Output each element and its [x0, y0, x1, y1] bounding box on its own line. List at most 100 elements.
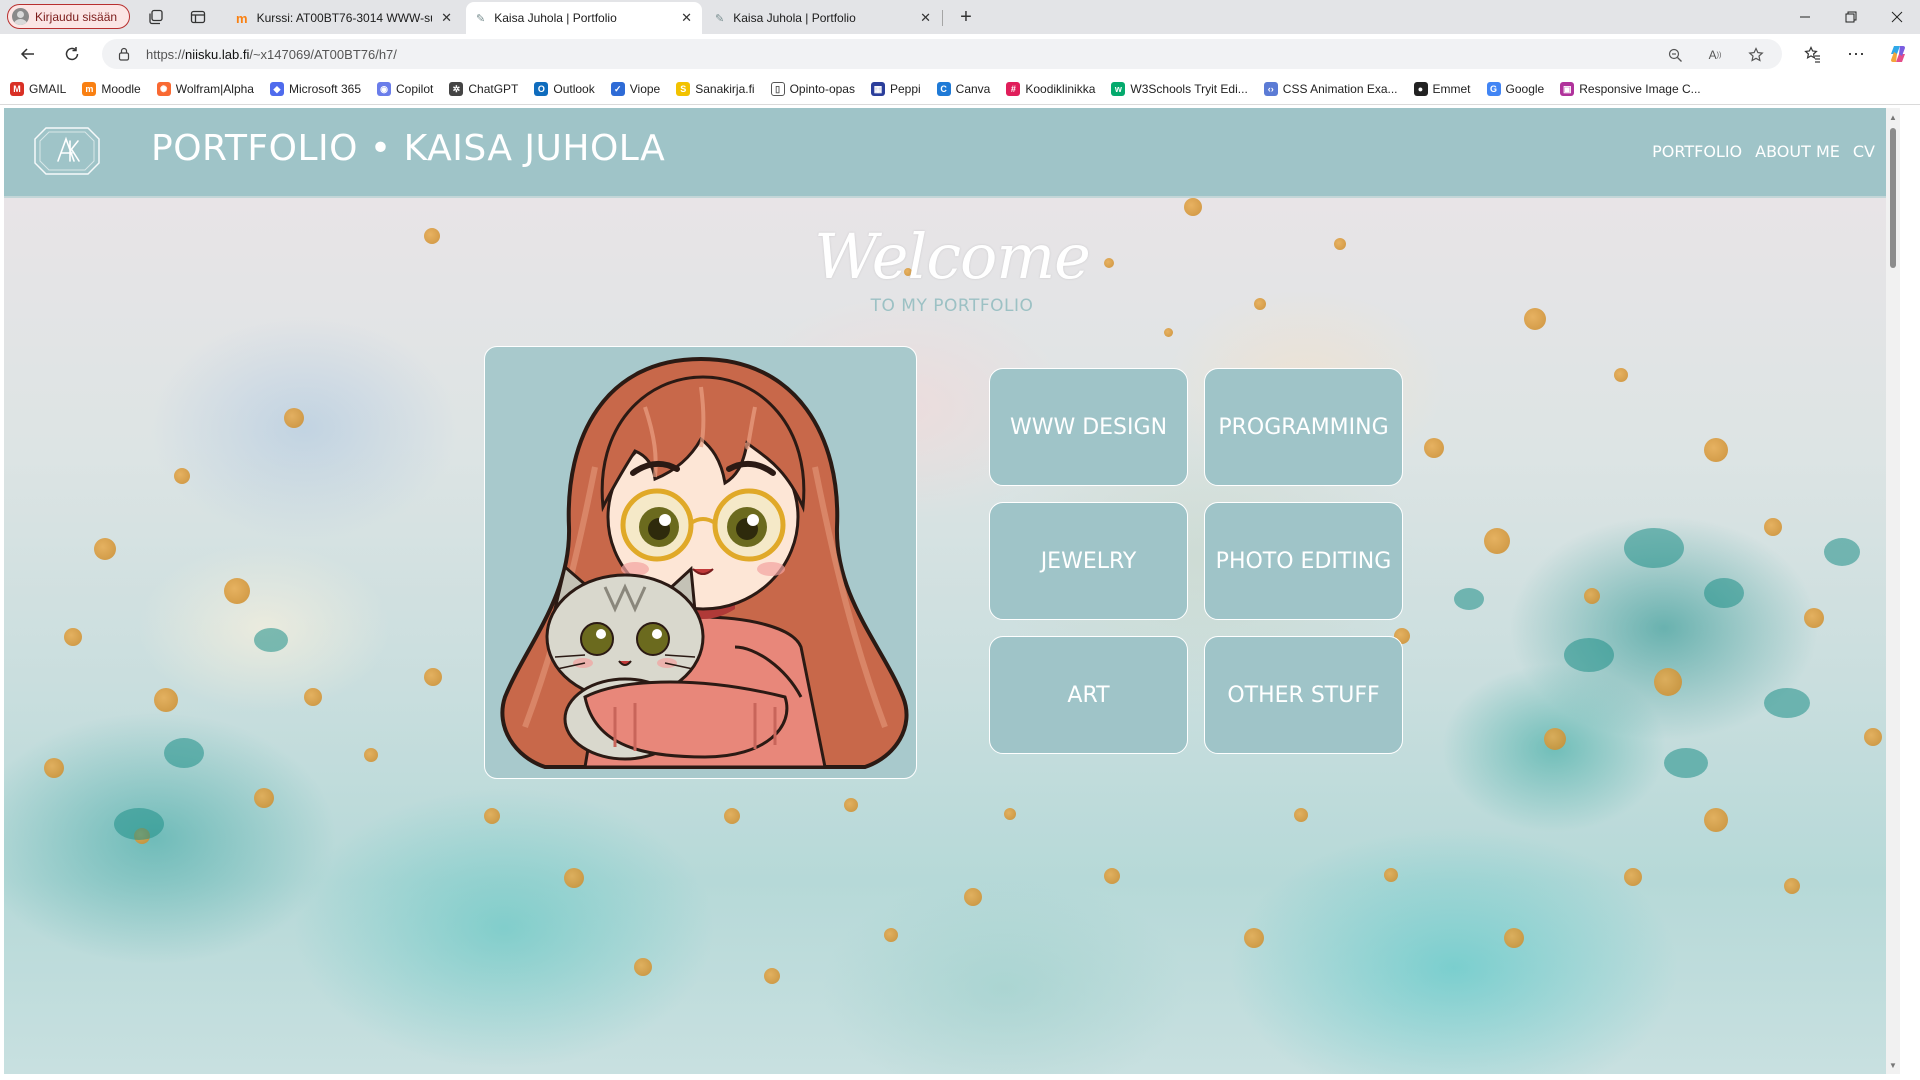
category-programming-button[interactable]: PROGRAMMING: [1204, 368, 1403, 486]
bookmark-item[interactable]: ✺ Wolfram|Alpha: [156, 82, 254, 96]
bookmark-label: Sanakirja.fi: [695, 82, 755, 96]
scroll-up-icon[interactable]: ▲: [1886, 110, 1900, 124]
code-icon: ‹›: [1263, 82, 1278, 96]
painting-dot: [64, 628, 82, 646]
workspaces-icon[interactable]: [142, 3, 170, 31]
bookmark-label: GMAIL: [29, 82, 67, 96]
minimize-button[interactable]: [1782, 0, 1828, 34]
back-button[interactable]: [14, 40, 42, 68]
painting-dot: [154, 688, 178, 712]
painting-dot: [634, 958, 652, 976]
bookmark-item[interactable]: ▦ Peppi: [870, 82, 921, 96]
url-text[interactable]: https://niisku.lab.fi/~x147069/AT00BT76/…: [146, 47, 397, 62]
copilot-icon[interactable]: [1884, 40, 1912, 68]
moodle-tab-icon: m: [236, 10, 248, 26]
tab-close-icon[interactable]: ✕: [441, 10, 452, 26]
bookmark-label: Koodiklinikka: [1025, 82, 1096, 96]
profile-button[interactable]: Kirjaudu sisään: [7, 4, 130, 29]
refresh-button[interactable]: [58, 40, 86, 68]
painting-blob: [1624, 528, 1684, 568]
painting-dot: [174, 468, 190, 484]
profile-label: Kirjaudu sisään: [35, 9, 118, 24]
bookmark-item[interactable]: S Sanakirja.fi: [676, 82, 755, 96]
bookmark-item[interactable]: # Koodiklinikka: [1006, 82, 1095, 96]
zoom-icon[interactable]: [1666, 46, 1684, 64]
more-options-icon[interactable]: ⋯: [1842, 40, 1870, 68]
category-www-design-button[interactable]: WWW DESIGN: [989, 368, 1188, 486]
bookmark-item[interactable]: G Google: [1486, 82, 1544, 96]
bookmark-item[interactable]: O Outlook: [534, 82, 595, 96]
moodle-icon: m: [82, 82, 97, 96]
painting-dot: [1544, 728, 1566, 750]
bookmark-item[interactable]: ✓ Viope: [610, 82, 661, 96]
bookmark-item[interactable]: C Canva: [936, 82, 990, 96]
painting-dot: [1764, 518, 1782, 536]
painting-dot: [1294, 808, 1308, 822]
lock-icon[interactable]: [116, 46, 132, 62]
painting-dot: [1164, 328, 1173, 337]
sanakirja-icon: S: [676, 82, 691, 96]
bookmark-label: Viope: [629, 82, 661, 96]
bookmark-item[interactable]: ✲ ChatGPT: [449, 82, 518, 96]
page-scrollbar[interactable]: ▲ ▼: [1886, 108, 1900, 1074]
outlook-icon: O: [534, 82, 549, 96]
bookmark-item[interactable]: ◉ Copilot: [377, 82, 433, 96]
tab-actions-icon[interactable]: [184, 3, 212, 31]
url-prefix: https://: [146, 46, 186, 62]
tab-close-icon[interactable]: ✕: [920, 10, 931, 26]
painting-blob: [1824, 538, 1860, 566]
restore-button[interactable]: [1828, 0, 1874, 34]
painting-dot: [94, 538, 116, 560]
scroll-down-icon[interactable]: ▼: [1886, 1058, 1900, 1072]
tab-close-icon[interactable]: ✕: [681, 10, 692, 26]
wolfram-icon: ✺: [156, 82, 171, 96]
bookmark-item[interactable]: ◆ Microsoft 365: [269, 82, 361, 96]
category-art-button[interactable]: ART: [989, 636, 1188, 754]
category-other-stuff-button[interactable]: OTHER STUFF: [1204, 636, 1403, 754]
bookmark-label: Responsive Image C...: [1579, 82, 1701, 96]
new-tab-button[interactable]: +: [952, 3, 980, 31]
scroll-thumb[interactable]: [1890, 128, 1896, 268]
logo[interactable]: [32, 125, 102, 177]
emmet-icon: ●: [1413, 82, 1428, 96]
close-window-button[interactable]: [1874, 0, 1920, 34]
bookmark-item[interactable]: w W3Schools Tryit Edi...: [1111, 82, 1248, 96]
nav-link-portfolio[interactable]: PORTFOLIO: [1652, 142, 1742, 161]
bookmark-item[interactable]: ▯ Opinto-opas: [770, 82, 855, 96]
page-viewport: PORTFOLIO • KAISA JUHOLA PORTFOLIO ABOUT…: [4, 108, 1900, 1074]
avatar-illustration: [500, 356, 909, 769]
nav-link-about-me[interactable]: ABOUT ME: [1755, 142, 1840, 161]
avatar-card: [484, 346, 917, 779]
painting-dot: [1864, 728, 1882, 746]
painting-blob: [1764, 688, 1810, 718]
category-photo-editing-button[interactable]: PHOTO EDITING: [1204, 502, 1403, 620]
bookmark-item[interactable]: ‹› CSS Animation Exa...: [1263, 82, 1398, 96]
bookmark-label: Opinto-opas: [789, 82, 855, 96]
favorites-icon[interactable]: [1798, 40, 1826, 68]
tab-separator: [942, 10, 943, 26]
read-aloud-icon[interactable]: A)): [1706, 46, 1724, 64]
painting-dot: [1384, 868, 1398, 882]
address-bar[interactable]: https://niisku.lab.fi/~x147069/AT00BT76/…: [102, 39, 1782, 69]
category-jewelry-button[interactable]: JEWELRY: [989, 502, 1188, 620]
copilot-icon: ◉: [377, 82, 391, 96]
painting-dot: [1614, 368, 1628, 382]
nav-link-cv[interactable]: CV: [1853, 142, 1875, 161]
bookmark-item[interactable]: ● Emmet: [1413, 82, 1471, 96]
slack-icon: #: [1006, 82, 1021, 96]
bookmark-item[interactable]: m Moodle: [82, 82, 141, 96]
bookmark-item[interactable]: ▣ Responsive Image C...: [1560, 82, 1701, 96]
browser-tab-bar: Kirjaudu sisään m Kurssi: AT00BT76-3014 …: [0, 0, 1920, 34]
tab-title: Kurssi: AT00BT76-3014 WWW-suu: [256, 11, 433, 25]
browser-tab-1[interactable]: m Kurssi: AT00BT76-3014 WWW-suu ✕: [226, 2, 462, 34]
bookmark-item[interactable]: M GMAIL: [10, 82, 66, 96]
browser-tab-3[interactable]: ✎ Kaisa Juhola | Portfolio ✕: [705, 2, 941, 34]
browser-tab-2[interactable]: ✎ Kaisa Juhola | Portfolio ✕: [466, 2, 702, 34]
painting-dot: [1244, 928, 1264, 948]
peppi-icon: ▦: [870, 82, 885, 96]
painting-dot: [1424, 438, 1444, 458]
site-nav: PORTFOLIO ABOUT ME CV: [1652, 142, 1875, 161]
favorite-star-icon[interactable]: [1747, 46, 1765, 64]
painting-dot: [564, 868, 584, 888]
painting-dot: [1704, 438, 1728, 462]
